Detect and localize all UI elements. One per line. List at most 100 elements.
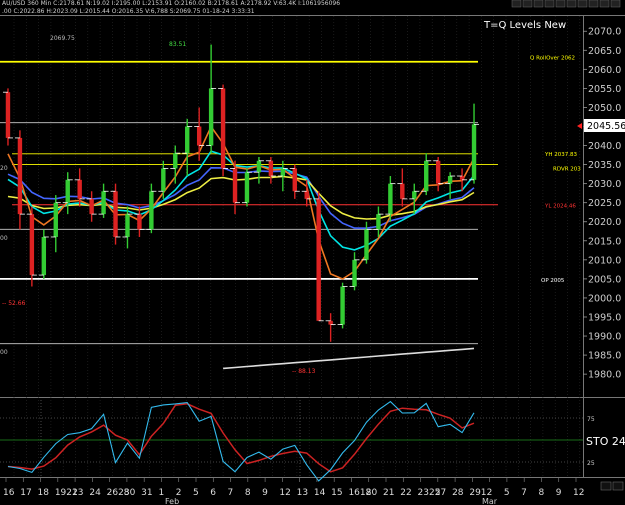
time-tick-label: 30: [124, 488, 136, 498]
time-tick-label: 18: [38, 488, 50, 498]
time-tick-label: 21: [383, 488, 394, 498]
candle-body: [471, 124, 477, 180]
annotation-high-2069: 2069.75: [50, 35, 75, 42]
time-tick-label: 15: [331, 488, 342, 498]
price-tick-label: 2015.0: [588, 236, 621, 247]
candle-body: [328, 320, 333, 325]
candle-body: [388, 183, 393, 215]
price-tick-label: 1990.0: [588, 332, 621, 343]
sto-label: STO 24: [586, 435, 625, 448]
candle-body: [424, 160, 429, 192]
time-tick-label: 8: [538, 488, 544, 498]
candle-body: [400, 183, 405, 199]
candle-body: [304, 191, 309, 199]
time-tick-label: 27: [435, 488, 446, 498]
time-tick-label: 14: [314, 488, 326, 498]
toolbar-icon-10[interactable]: [610, 0, 621, 8]
left-axis-label-3: 00: [0, 349, 8, 356]
price-tick-label: 2030.0: [588, 179, 621, 190]
candle-body: [340, 286, 345, 325]
scroll-left-button[interactable]: [600, 481, 612, 491]
candle-body: [220, 88, 226, 169]
candle-body: [89, 198, 94, 215]
candle-body: [101, 191, 106, 215]
toolbar-icon-8[interactable]: [588, 0, 599, 8]
time-tick-label: 8: [245, 488, 251, 498]
candle-body: [435, 160, 441, 184]
price-tick-label: 2035.0: [588, 160, 621, 171]
month-label-mar: Mar: [482, 497, 498, 505]
candle-body: [244, 172, 250, 203]
toolbar-icon-4[interactable]: [544, 0, 555, 8]
price-tick-label: 2040.0: [588, 141, 621, 152]
candle-body: [29, 214, 35, 276]
time-tick-label: 17: [20, 488, 31, 498]
price-tick-label: 2005.0: [588, 274, 621, 285]
candle-body: [196, 126, 202, 146]
candle-body: [268, 160, 274, 177]
price-tick-label: 2065.0: [588, 46, 621, 57]
candle-body: [149, 191, 154, 230]
toolbar-icon-1[interactable]: [511, 0, 522, 8]
price-tick-label: 1980.0: [588, 370, 621, 381]
candle-body: [5, 92, 11, 138]
left-axis-label-2: 00: [0, 235, 8, 242]
candle-body: [41, 236, 47, 276]
toolbar-icon-3[interactable]: [533, 0, 544, 8]
time-tick-label: 9: [262, 488, 268, 498]
price-tick-label: 2000.0: [588, 293, 621, 304]
candle-body: [77, 179, 82, 199]
candle-body: [376, 214, 381, 230]
candle-body: [161, 168, 166, 192]
time-tick-label: 12: [573, 488, 584, 498]
price-tick-label: 1995.0: [588, 312, 621, 323]
scroll-right-button[interactable]: [612, 481, 624, 491]
price-tick-label: 2010.0: [588, 255, 621, 266]
chart-root: AU/USD 360 Min C:2178.61 N:19.02 I:2195.…: [0, 0, 625, 505]
price-tick-label: 2055.0: [588, 84, 621, 95]
candle-body: [316, 198, 321, 321]
candle-body: [292, 168, 297, 192]
candle-body: [53, 202, 58, 237]
ohlc-header-1: AU/USD 360 Min C:2178.61 N:19.02 I:2195.…: [2, 0, 340, 7]
price-tick-label: 2020.0: [588, 217, 621, 228]
annotation-low-52: -- 52.66: [2, 300, 26, 307]
candle-body: [280, 168, 286, 177]
toolbar-icon-5[interactable]: [555, 0, 566, 8]
annotation-high-83: 83.51: [169, 41, 186, 48]
background: [0, 0, 625, 505]
left-axis-label-1: 20: [0, 165, 8, 172]
level-label: OP 2005: [541, 278, 565, 284]
toolbar-icon-7[interactable]: [577, 0, 588, 8]
price-tick-label: 2025.0: [588, 198, 621, 209]
candle-body: [65, 179, 70, 203]
price-tick-label: 1985.0: [588, 351, 621, 362]
annotation-low-88: -- 88.13: [292, 368, 316, 375]
candle-body: [208, 88, 214, 146]
candle-body: [125, 214, 130, 237]
price-tick-label: 2070.0: [588, 27, 621, 38]
time-tick-label: 28: [452, 488, 464, 498]
time-tick-label: 31: [141, 488, 152, 498]
ohlc-header-2: .00 C:2022.86 H:2023.09 L:2015.44 O:2016…: [2, 8, 255, 15]
time-tick-label: 5: [193, 488, 199, 498]
toolbar-icon-2[interactable]: [522, 0, 533, 8]
price-tick-label: 2050.0: [588, 103, 621, 114]
sto-tick-75: 75: [587, 416, 595, 423]
current-price-marker: 2045.56: [577, 119, 625, 132]
candle-body: [232, 168, 238, 203]
level-label: RDVR 203: [553, 167, 581, 173]
time-tick-label: 24: [89, 488, 101, 498]
candle-body: [173, 153, 178, 169]
level-label: Q RollOver 2062: [530, 56, 575, 62]
time-tick-label: 22: [400, 488, 411, 498]
time-tick-label: 7: [228, 488, 234, 498]
time-tick-label: 7: [521, 488, 527, 498]
candle-body: [113, 191, 118, 237]
time-tick-label: 12: [279, 488, 290, 498]
time-tick-label: 20: [366, 488, 378, 498]
toolbar-icon-6[interactable]: [566, 0, 577, 8]
month-label-feb: Feb: [165, 497, 179, 505]
candle-body: [447, 176, 453, 184]
toolbar-icon-9[interactable]: [599, 0, 610, 8]
